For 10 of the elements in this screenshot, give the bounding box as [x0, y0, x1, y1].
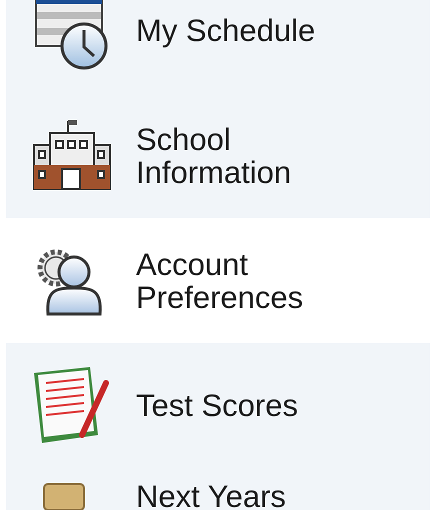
- menu-item[interactable]: Test Scores: [6, 343, 430, 468]
- menu-item[interactable]: Account Preferences: [6, 218, 430, 343]
- menu-item-label: Next Years: [136, 480, 287, 510]
- menu-item[interactable]: School Information: [6, 93, 430, 218]
- menu-item-label: Account Preferences: [136, 248, 304, 314]
- menu-item-label: School Information: [136, 122, 292, 188]
- menu-item[interactable]: My Schedule: [6, 0, 430, 93]
- menu-item[interactable]: Next Years: [6, 468, 430, 510]
- menu-item-label: My Schedule: [136, 14, 316, 47]
- menu-item-label: Test Scores: [136, 389, 299, 422]
